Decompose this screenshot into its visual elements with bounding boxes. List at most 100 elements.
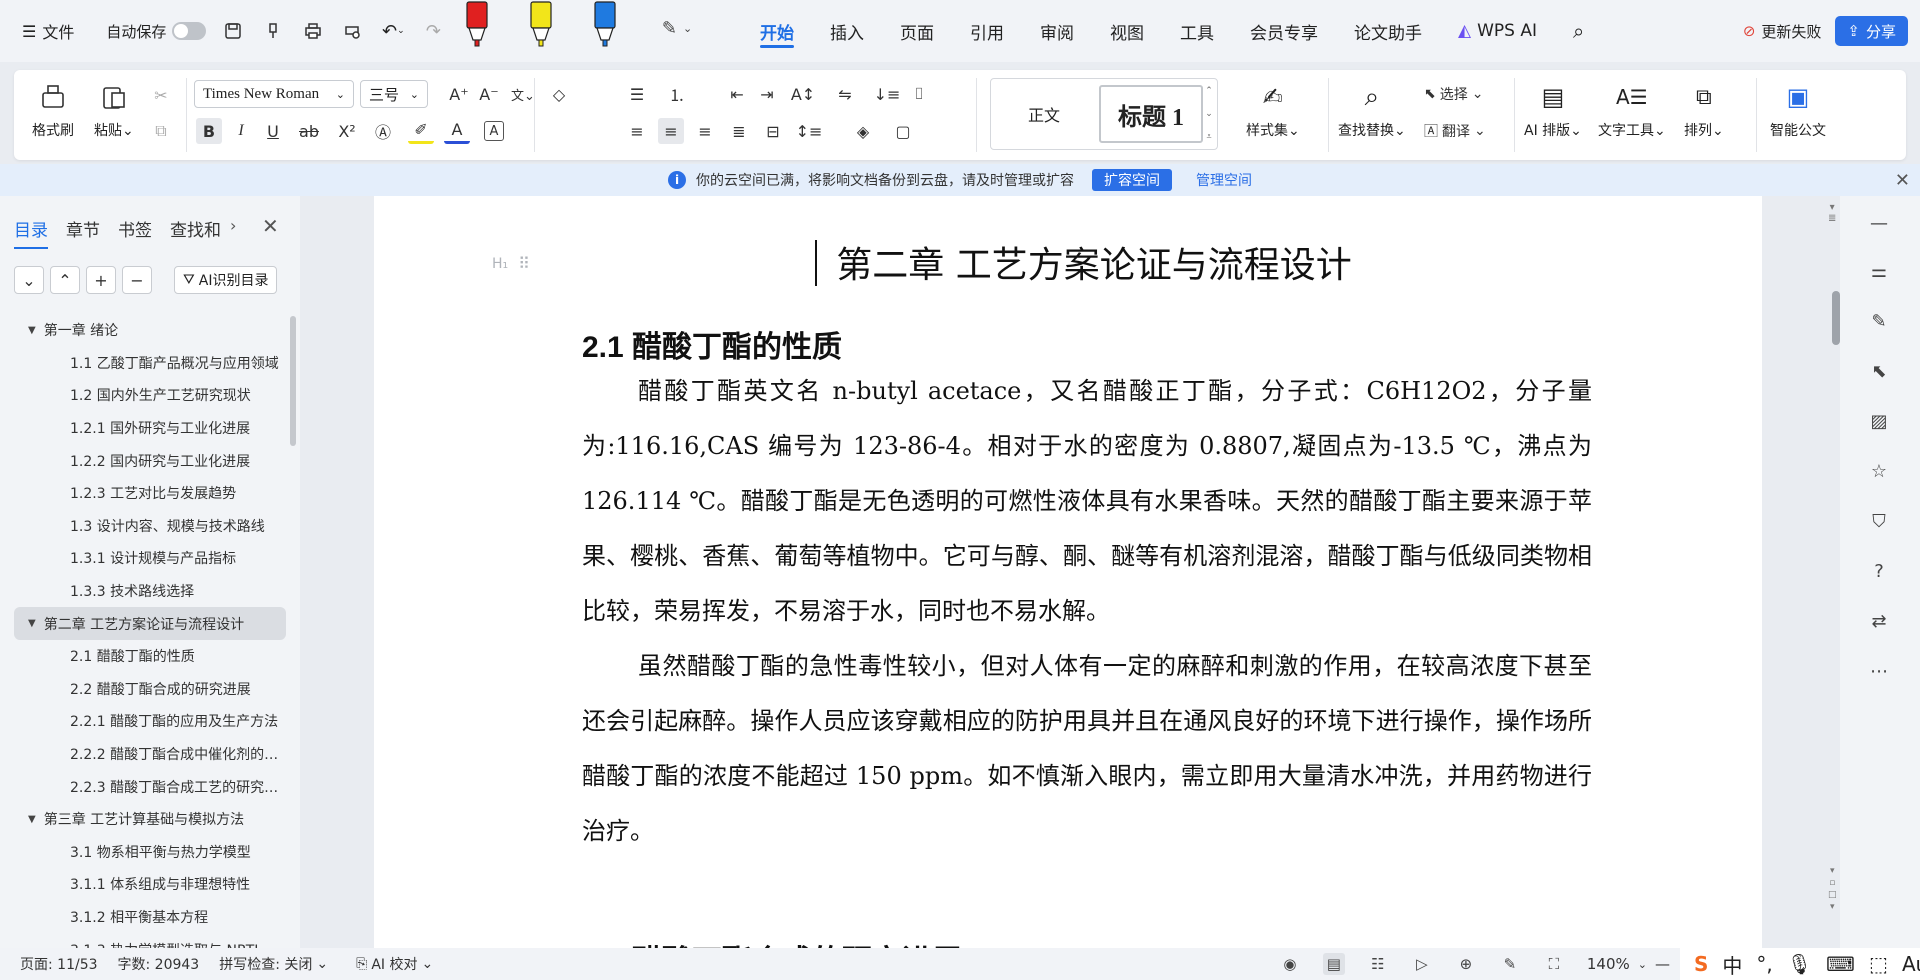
paste-button[interactable]: 粘贴⌄ xyxy=(94,80,134,140)
file-menu[interactable]: ☰ 文件 xyxy=(22,19,74,43)
superscript-icon[interactable]: X² xyxy=(334,118,360,144)
toc-section-item[interactable]: 2.2.3 醋酸丁酯合成工艺的研究进展 xyxy=(14,770,286,803)
print-preview-icon[interactable] xyxy=(340,18,366,44)
caret-down-icon[interactable]: ▼ xyxy=(28,814,36,825)
select-button[interactable]: ⬉ 选择 ⌄ xyxy=(1424,81,1504,107)
chapter-heading[interactable]: 第二章 工艺方案论证与流程设计 xyxy=(644,236,1544,288)
image-edit-icon[interactable]: ▨ xyxy=(1866,408,1892,434)
align-left-icon[interactable]: ≡ xyxy=(624,118,650,144)
yellow-marker-icon[interactable] xyxy=(524,0,558,56)
pen-dropdown-icon[interactable]: ✎ ⌄ xyxy=(652,0,702,56)
font-color-icon[interactable]: A xyxy=(444,118,470,144)
tab-thesis-assistant[interactable]: 论文助手 xyxy=(1336,0,1440,62)
style-normal-button[interactable]: 正文 xyxy=(997,85,1091,143)
add-heading-icon[interactable]: + xyxy=(86,266,116,294)
cut-icon[interactable]: ✂ xyxy=(148,82,174,108)
toc-scrollbar[interactable] xyxy=(290,316,296,446)
phonetic-icon[interactable]: 文⌄ xyxy=(510,81,536,107)
toc-section-item[interactable]: 3.1.1 体系组成与非理想特性 xyxy=(14,868,286,901)
autosave-toggle[interactable] xyxy=(172,22,207,40)
tab-home[interactable]: 开始 xyxy=(742,0,812,62)
collapse-icon[interactable]: ⌄ xyxy=(14,266,44,294)
toc-section-item[interactable]: 2.2.1 醋酸丁酯的应用及生产方法 xyxy=(14,705,286,738)
toc-chapter-item[interactable]: ▼ 第一章 绪论 xyxy=(14,314,286,347)
tab-page[interactable]: 页面 xyxy=(882,0,952,62)
shading-icon[interactable]: ◈ xyxy=(850,118,876,144)
update-failed-button[interactable]: ⊘ 更新失败 xyxy=(1743,21,1822,42)
skin-icon[interactable]: ⬚ xyxy=(1869,952,1888,976)
outline-view-icon[interactable]: ☷ xyxy=(1367,953,1389,975)
text-effect-icon[interactable]: Ⓐ xyxy=(370,118,396,144)
show-marks-icon[interactable]: ⌷ xyxy=(906,81,932,107)
keyboard-icon[interactable]: ⌨ xyxy=(1826,952,1855,976)
style-set-button[interactable]: ✍ 样式集⌄ xyxy=(1246,80,1300,140)
toc-section-item[interactable]: 1.2.3 工艺对比与发展趋势 xyxy=(14,477,286,510)
select-cursor-icon[interactable]: ⬉ xyxy=(1866,358,1892,384)
autosave-control[interactable]: 自动保存 xyxy=(106,21,207,42)
tab-toc[interactable]: 目录 xyxy=(14,216,48,249)
arrange-button[interactable]: ⧉ 排列⌄ xyxy=(1684,80,1724,140)
borders-icon[interactable]: ▢ xyxy=(890,118,916,144)
translate-button[interactable]: 🄰 翻译 ⌄ xyxy=(1424,118,1504,144)
expand-icon[interactable]: ⌃ xyxy=(50,266,80,294)
toc-section-item[interactable]: 1.2.1 国外研究与工业化进展 xyxy=(14,412,286,445)
search-icon[interactable]: ⌕ xyxy=(1555,0,1602,62)
sogou-logo-icon[interactable]: S xyxy=(1694,952,1708,976)
undo-icon[interactable]: ↶ ⌄ xyxy=(380,18,406,44)
clear-format-icon[interactable]: ◇ xyxy=(546,81,572,107)
numbered-list-icon[interactable]: ⒈ xyxy=(664,81,690,107)
grow-font-icon[interactable]: A⁺ xyxy=(446,81,472,107)
tab-tools[interactable]: 工具 xyxy=(1162,0,1232,62)
ai-layout-button[interactable]: ▤ AI 排版⌄ xyxy=(1524,80,1582,140)
tab-insert[interactable]: 插入 xyxy=(812,0,882,62)
bold-icon[interactable]: B xyxy=(196,118,222,144)
copy-icon[interactable]: ⧉ xyxy=(148,118,174,144)
toc-section-item[interactable]: 2.2 醋酸丁酯合成的研究进展 xyxy=(14,673,286,706)
highlight-icon[interactable]: ✐ xyxy=(408,118,434,144)
shrink-font-icon[interactable]: A⁻ xyxy=(476,81,502,107)
play-icon[interactable]: ▷ xyxy=(1411,953,1433,975)
sort-icon[interactable]: ⇋ xyxy=(832,81,858,107)
close-icon[interactable]: ✕ xyxy=(262,214,279,238)
microphone-icon[interactable]: 🎙 xyxy=(1787,952,1812,976)
page-count[interactable]: 页面: 11/53 xyxy=(20,954,98,974)
tab-member[interactable]: 会员专享 xyxy=(1232,0,1336,62)
ime-language-toggle[interactable]: 中 xyxy=(1722,950,1742,979)
scroll-top-controls[interactable]: ▾ ≣ xyxy=(1828,202,1836,224)
eye-icon[interactable]: ◉ xyxy=(1279,953,1301,975)
word-count[interactable]: 字数: 20943 xyxy=(118,954,200,974)
ai-detect-toc-button[interactable]: ⛛ AI识别目录 xyxy=(174,266,278,294)
ai-proofread-button[interactable]: ⎘ AI 校对 ⌄ xyxy=(356,954,433,974)
tab-references[interactable]: 引用 xyxy=(952,0,1022,62)
line-spacing-icon[interactable]: ↕≡ xyxy=(796,118,823,144)
toc-section-item[interactable]: 1.2.2 国内研究与工业化进展 xyxy=(14,444,286,477)
punctuation-icon[interactable]: °, xyxy=(1756,952,1772,976)
export-icon[interactable] xyxy=(260,18,286,44)
drag-handle-icon[interactable]: ⠿ xyxy=(518,254,530,273)
tab-chapters[interactable]: 章节 xyxy=(66,216,100,249)
share-button[interactable]: ⇪ 分享 xyxy=(1835,16,1908,46)
toc-section-item[interactable]: 2.1 醋酸丁酯的性质 xyxy=(14,640,286,673)
shirt-icon[interactable]: ⛉ xyxy=(1866,508,1892,534)
star-cursor-icon[interactable]: ☆ xyxy=(1866,458,1892,484)
settings-sliders-icon[interactable]: ⚌ xyxy=(1866,258,1892,284)
format-painter-button[interactable]: 格式刷 xyxy=(32,80,74,140)
help-icon[interactable]: ? xyxy=(1866,558,1892,584)
tab-review[interactable]: 审阅 xyxy=(1022,0,1092,62)
remove-heading-icon[interactable]: − xyxy=(122,266,152,294)
toc-section-item[interactable]: 3.1.2 相平衡基本方程 xyxy=(14,901,286,934)
save-icon[interactable] xyxy=(220,18,246,44)
print-icon[interactable] xyxy=(300,18,326,44)
find-replace-button[interactable]: ⌕ 查找替换⌄ xyxy=(1338,80,1406,140)
body-paragraph[interactable]: 醋酸丁酯英文名 n-butyl acetace，又名醋酸正丁酯，分子式：C6H1… xyxy=(582,364,1592,639)
caret-down-icon[interactable]: ▼ xyxy=(28,325,36,336)
align-right-icon[interactable]: ≡ xyxy=(692,118,718,144)
spellcheck-status[interactable]: 拼写检查: 关闭 ⌄ xyxy=(219,954,328,974)
line-sort-icon[interactable]: ↓≡ xyxy=(874,81,901,107)
section-heading[interactable]: 2.1 醋酸丁酯的性质 xyxy=(582,322,842,366)
body-paragraph[interactable]: 虽然醋酸丁酯的急性毒性较小，但对人体有一定的麻醉和刺激的作用，在较高浓度下甚至还… xyxy=(582,639,1592,859)
toc-section-item[interactable]: 1.3.3 技术路线选择 xyxy=(14,575,286,608)
justify-icon[interactable]: ≣ xyxy=(726,118,752,144)
minimize-icon[interactable]: — xyxy=(1866,210,1892,236)
pen-icon[interactable]: ✎ xyxy=(1866,308,1892,334)
